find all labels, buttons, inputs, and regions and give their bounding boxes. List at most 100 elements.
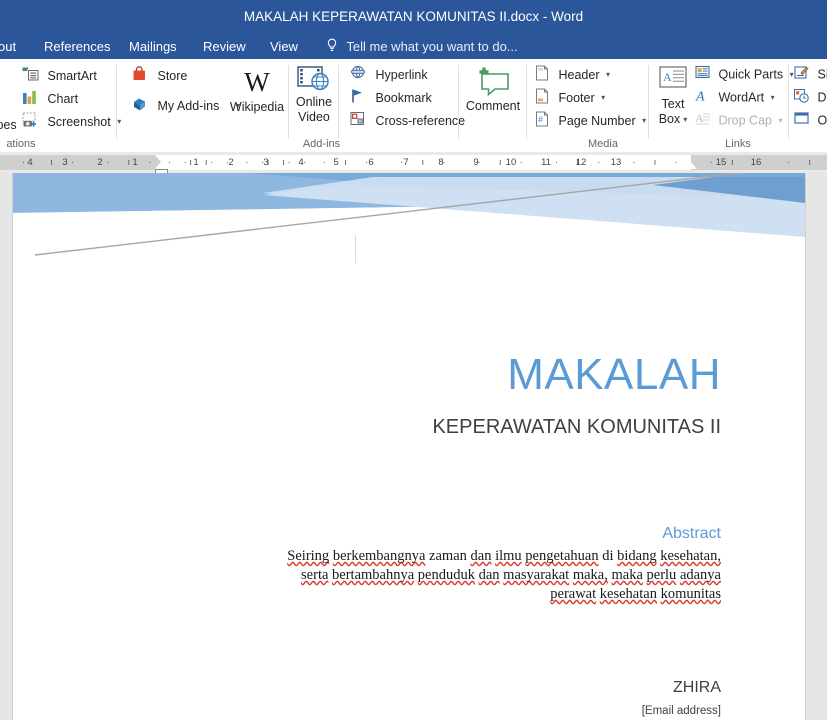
tell-me-box[interactable]: Tell me what you want to do... [326,34,518,59]
date-time-icon [794,88,809,107]
shapes-button[interactable]: pes [0,115,17,135]
svg-text:A: A [695,90,705,104]
misspelled-word: maka [611,567,643,583]
my-addins-label: My Add-ins [157,99,220,113]
drop-cap-label: Drop Cap [718,113,772,128]
tab-view[interactable]: View [266,34,302,59]
text-box-icon: A [651,65,695,97]
smartart-icon [22,66,39,86]
chevron-down-icon[interactable]: ▾ [642,113,646,129]
footer-label: Footer [558,91,595,105]
wordart-button[interactable]: A WordArt ▾ [695,88,775,107]
document-page[interactable]: MAKALAH KEPERAWATAN KOMUNITAS II Abstrac… [12,173,806,720]
page-number-icon: # [535,111,550,131]
wikipedia-button[interactable]: W Wikipedia [226,67,288,115]
hyperlink-button[interactable]: Hyperlink [350,65,428,85]
document-subtitle[interactable]: KEPERAWATAN KOMUNITAS II [432,416,721,439]
abstract-heading[interactable]: Abstract [662,525,721,543]
cross-reference-button[interactable]: Cross-reference [350,111,465,131]
store-icon [132,66,149,86]
group-label-illustrations: ations [6,138,36,150]
store-button[interactable]: Store [132,66,187,86]
screenshot-button[interactable]: Screenshot ▾ [22,112,121,132]
footer-button[interactable]: Footer ▾ [535,88,605,108]
misspelled-word: kesehatan [599,586,657,602]
quick-parts-label: Quick Parts [718,67,784,82]
quick-parts-icon [695,65,710,84]
ribbon: pes SmartArt C [0,59,827,153]
ribbon-group-add-ins: Store My Add-ins ▾ W Wikipedia Add-ins [118,59,340,152]
signature-line-button[interactable]: Sig [794,65,827,84]
text-box-button[interactable]: A Text Box ▾ [651,65,695,127]
store-label: Store [157,69,188,83]
abstract-paragraph[interactable]: Seiring berkembangnya zaman dan ilmu pen… [237,547,721,604]
ribbon-group-header-footer: Header ▾ Footer ▾ # Page Number ▾ [527,59,649,152]
group-separator [788,65,789,139]
page-number-button[interactable]: # Page Number ▾ [535,111,646,131]
online-video-button[interactable]: Online Video [289,65,339,125]
header-button[interactable]: Header ▾ [535,65,610,85]
window-title: MAKALAH KEPERAWATAN KOMUNITAS II.docx - … [243,9,584,24]
chevron-down-icon[interactable]: ▾ [771,90,775,106]
drop-cap-icon: A [695,111,710,130]
chart-button[interactable]: Chart [22,89,78,109]
abstract-line: perawat kesehatan komunitas [237,585,721,604]
misspelled-word: pengetahuan [525,548,599,564]
bookmark-icon [350,88,367,108]
new-comment-button[interactable]: Comment [459,65,527,114]
comment-icon [459,65,527,99]
document-canvas[interactable]: MAKALAH KEPERAWATAN KOMUNITAS II Abstrac… [0,173,827,720]
misspelled-word: penduduk [417,567,475,583]
ribbon-group-links: Hyperlink Bookmark Cross-reference Links [339,59,751,152]
misspelled-word: kesehatan, [660,548,721,564]
ribbon-group-comments: Comment Comments [459,59,527,152]
my-addins-icon [132,96,149,116]
quick-parts-button[interactable]: Quick Parts ▾ [695,65,794,84]
ribbon-tab-strip: out References Mailings Review View Tell… [0,34,827,59]
drop-cap-button[interactable]: A Drop Cap ▾ [695,111,782,130]
svg-text:A: A [663,70,672,84]
cover-banner-graphic [13,173,805,283]
chevron-down-icon[interactable]: ▾ [778,113,782,129]
tab-references[interactable]: References [40,34,114,59]
smartart-button[interactable]: SmartArt [22,66,97,86]
horizontal-ruler[interactable]: 4 3 2 1 · ı · · ı · · ı · · ı · 1 2 3 4 … [0,152,827,173]
chevron-down-icon[interactable]: ▾ [601,90,605,106]
tab-layout[interactable]: out [0,34,20,59]
misspelled-word: maka, [572,567,608,583]
header-label: Header [558,68,600,82]
svg-text:#: # [538,115,543,124]
email-address-placeholder[interactable]: [Email address] [642,705,721,717]
online-video-label: Online Video [295,95,333,124]
wordart-label: WordArt [718,90,765,105]
footer-icon [535,88,550,108]
right-indent-marker[interactable] [685,162,697,169]
wikipedia-label: Wikipedia [229,100,285,114]
misspelled-word: perawat [550,586,597,602]
ribbon-group-text: A Text Box ▾ Quick Parts ▾ A WordArt ▾ A… [649,59,794,152]
misspelled-word: serta [301,567,329,583]
comment-label: Comment [465,99,521,113]
hanging-indent-marker[interactable] [155,162,167,169]
author-name[interactable]: ZHIRA [673,679,721,697]
chevron-down-icon[interactable]: ▾ [606,67,610,83]
hyperlink-icon [350,65,367,85]
date-time-button[interactable]: Dat [794,88,827,107]
document-title[interactable]: MAKALAH [507,350,721,400]
misspelled-word: dan [478,567,500,583]
my-addins-button[interactable]: My Add-ins ▾ [132,96,240,116]
shapes-label: pes [0,118,17,132]
object-button[interactable]: Ob [794,111,827,130]
chart-label: Chart [47,92,79,106]
svg-text:A: A [695,111,704,125]
cross-reference-icon [350,111,367,131]
tab-mailings[interactable]: Mailings [125,34,181,59]
first-line-indent-marker[interactable] [155,155,167,162]
misspelled-word: masyarakat [503,567,570,583]
bookmark-button[interactable]: Bookmark [350,88,432,108]
misspelled-word: komunitas [660,586,721,602]
signature-line-label: Sig [817,67,827,82]
lightbulb-icon [326,35,338,60]
tab-review[interactable]: Review [199,34,250,59]
misspelled-word: dan [470,548,492,564]
